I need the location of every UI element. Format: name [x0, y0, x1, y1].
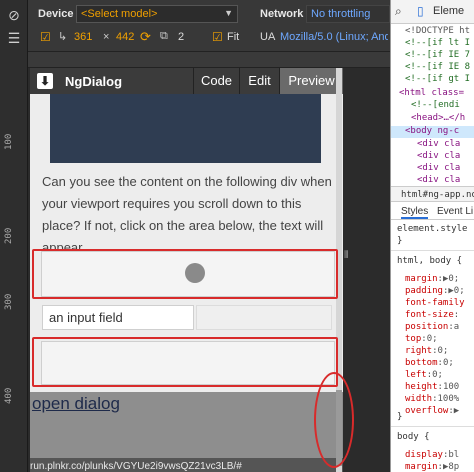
tab-edit[interactable]: Edit — [239, 68, 279, 94]
css-prop-value: ▶ — [453, 406, 460, 416]
css-prop-row[interactable]: overflow:▶ — [405, 400, 459, 418]
breadcrumb-item[interactable]: html#ng-app.no- — [401, 190, 474, 200]
ruler-top — [28, 52, 390, 68]
dom-line[interactable]: <head>…</h — [411, 113, 465, 123]
tab-edit-label: Edit — [248, 73, 271, 88]
css-prop-value: ▶8p — [442, 462, 460, 472]
annotation-box-top — [32, 249, 338, 299]
device-mode-icon[interactable]: ▯ — [417, 4, 424, 18]
rule-selector[interactable]: html, body { — [397, 256, 462, 266]
ruler-tick: 100 — [4, 133, 14, 150]
app-navbar: ⬇ NgDialog Code Edit Preview — [30, 68, 343, 94]
tab-preview-label: Preview — [288, 73, 335, 88]
css-prop-value: 0; — [442, 358, 454, 368]
dom-line[interactable]: <div cla — [417, 175, 460, 185]
tab-preview[interactable]: Preview — [279, 68, 343, 94]
styles-tabbar: Styles Event Li — [391, 204, 474, 220]
ua-value[interactable]: Mozilla/5.0 (Linux; Andro — [280, 31, 388, 43]
content-paragraph: Can you see the content on the following… — [42, 174, 332, 255]
width-value[interactable]: 361 — [74, 31, 92, 43]
dom-line[interactable]: <html class= — [399, 88, 464, 98]
dom-line[interactable]: <!--[if gt I — [405, 74, 470, 84]
dom-line[interactable]: <!--[if IE 7 — [405, 50, 470, 60]
ruler-left: 100 200 300 400 — [0, 52, 28, 472]
dom-line[interactable]: <!--[if IE 8 — [405, 62, 470, 72]
height-value[interactable]: 442 — [116, 31, 134, 43]
dom-line[interactable]: <!--[endi — [411, 100, 460, 110]
dom-line[interactable]: <div cla — [417, 151, 460, 161]
fit-label: Fit — [227, 31, 240, 43]
devtools-toolbar: ⌕ ▯ Eleme — [391, 0, 474, 24]
css-prop-name: overflow — [405, 406, 449, 416]
divider — [391, 250, 474, 251]
checkbox-icon[interactable]: ☑ — [40, 30, 51, 44]
dom-line[interactable]: <!DOCTYPE ht — [405, 26, 470, 36]
annotation-box-bottom — [32, 337, 338, 387]
tab-event-listeners[interactable]: Event Li — [437, 206, 473, 217]
device-model-value: <Select model> — [81, 8, 158, 20]
dom-line[interactable]: <!--[if lt I — [405, 38, 470, 48]
device-toolbar: Device <Select model> ▼ Network No throt… — [28, 0, 390, 52]
times-icon: × — [103, 31, 110, 43]
rule-close-brace: } — [397, 236, 403, 246]
rotate-icon[interactable]: ⟳ — [140, 29, 151, 45]
app-title: NgDialog — [65, 74, 123, 89]
ruler-tick: 400 — [4, 387, 14, 404]
tab-elements[interactable]: Eleme — [433, 5, 464, 17]
css-prop-name: margin — [405, 462, 438, 472]
device-label: Device — [38, 8, 74, 20]
rule-selector[interactable]: body { — [397, 432, 430, 442]
tab-code[interactable]: Code — [193, 68, 239, 94]
input-row-filler — [196, 305, 332, 330]
tab-code-label: Code — [200, 73, 233, 88]
dom-line[interactable]: <div cla — [417, 139, 460, 149]
download-icon[interactable]: ⬇ — [37, 73, 53, 89]
ruler-tick: 200 — [4, 227, 14, 244]
drawer-toggle-icon[interactable]: ☰ — [5, 29, 23, 47]
tab-styles[interactable]: Styles — [401, 206, 429, 219]
network-throttle-value: No throttling — [311, 8, 371, 20]
devtools-panel: ⌕ ▯ Eleme <!DOCTYPE ht <!--[if lt I <!--… — [390, 0, 474, 472]
screen: ⊘ ☰ Device <Select model> ▼ Network No t… — [0, 0, 474, 472]
annotation-ellipse-scrollbar — [314, 372, 354, 468]
dark-content-block — [50, 94, 321, 163]
chevron-down-icon: ▼ — [224, 8, 233, 18]
ruler-tick: 300 — [4, 293, 14, 310]
dom-line[interactable]: <div cla — [417, 163, 460, 173]
breadcrumb: html#ng-app.no- — [391, 186, 474, 202]
ua-label: UA — [260, 31, 276, 43]
network-label: Network — [260, 8, 304, 20]
resolution-icon: ↳ — [58, 31, 68, 43]
no-entry-icon[interactable]: ⊘ — [5, 6, 23, 24]
text-input[interactable] — [42, 305, 194, 330]
css-prop-row[interactable]: margin:▶8p — [405, 456, 459, 472]
dom-line[interactable]: <body ng-c — [405, 126, 459, 136]
dpr-icon: ⧉ — [160, 30, 168, 42]
inspect-search-icon[interactable]: ⌕ — [395, 4, 402, 19]
network-throttle-select[interactable]: No throttling — [306, 5, 390, 23]
device-model-select[interactable]: <Select model> ▼ — [76, 5, 238, 23]
open-dialog-link[interactable]: open dialog — [32, 394, 120, 414]
status-url: run.plnkr.co/plunks/VGYUe2i9vwsQZ21vc3LB… — [30, 461, 242, 472]
dpr-value[interactable]: 2 — [178, 31, 184, 43]
resize-handle-icon[interactable]: ⦀ — [344, 250, 350, 266]
element-style-selector[interactable]: element.style — [397, 224, 467, 234]
divider — [391, 426, 474, 427]
rule-close-brace: } — [397, 412, 403, 422]
fit-checkbox-icon[interactable]: ☑ — [212, 30, 223, 44]
css-prop-value: a — [453, 322, 460, 332]
